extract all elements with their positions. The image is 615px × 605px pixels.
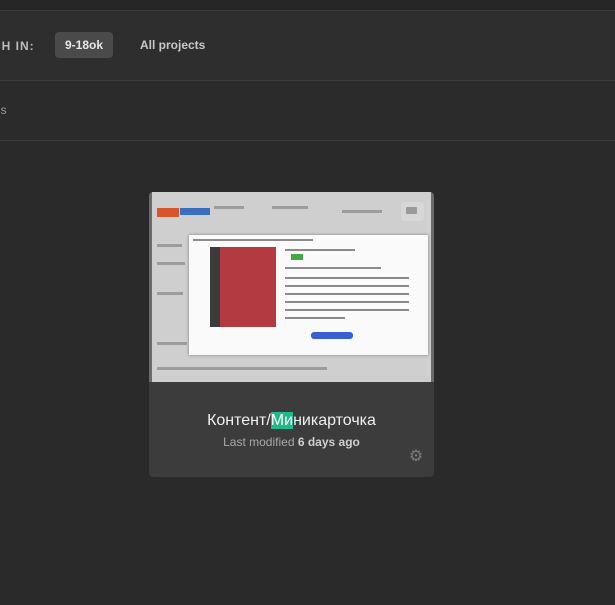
last-modified-label: Last modified — [223, 435, 295, 449]
thumb-line — [285, 301, 409, 303]
filter-chip-project[interactable]: 9-18ok — [55, 32, 114, 58]
thumbnail-page — [152, 192, 431, 382]
thumbnail-modal — [189, 235, 428, 355]
search-highlight: Ми — [270, 412, 294, 429]
thumb-button — [311, 332, 353, 339]
filter-chip-all-projects[interactable]: All projects — [130, 32, 215, 58]
thumb-line — [285, 293, 409, 295]
thumb-line — [157, 262, 185, 265]
thumb-blue-block — [180, 208, 210, 215]
search-in-label: CH IN: — [0, 39, 35, 53]
gear-icon[interactable]: ⚙ — [408, 449, 424, 465]
thumb-line — [285, 285, 409, 287]
top-bar — [0, 0, 615, 11]
thumb-line — [285, 317, 345, 319]
thumb-line — [157, 367, 327, 370]
thumb-line — [285, 309, 409, 311]
comment-icon[interactable] — [401, 202, 424, 221]
screen-title[interactable]: Контент/Миникарточка — [149, 412, 434, 430]
thumb-line — [157, 342, 187, 345]
thumb-tag — [291, 254, 303, 260]
sub-bar: ns — [0, 81, 615, 141]
book-image — [210, 247, 276, 327]
screen-thumbnail[interactable] — [149, 192, 434, 382]
thumb-logo — [157, 208, 179, 217]
screen-card[interactable]: Контент/Миникарточка Last modified 6 day… — [149, 192, 434, 477]
filter-bar: CH IN: 9-18ok All projects — [0, 11, 615, 81]
title-part: Контент/ — [207, 412, 271, 429]
title-part: никарточка — [293, 412, 376, 429]
last-modified-age: 6 days ago — [297, 435, 360, 449]
sub-bar-text: ns — [0, 103, 7, 117]
thumb-line — [214, 206, 244, 209]
last-modified: Last modified 6 days ago — [149, 435, 434, 449]
thumb-line — [342, 210, 382, 213]
thumb-line — [157, 244, 182, 247]
thumb-line — [272, 206, 308, 209]
thumb-line — [285, 249, 355, 251]
thumb-line — [193, 239, 313, 241]
thumb-line — [285, 267, 381, 269]
thumb-line — [157, 292, 183, 295]
thumb-line — [285, 277, 409, 279]
